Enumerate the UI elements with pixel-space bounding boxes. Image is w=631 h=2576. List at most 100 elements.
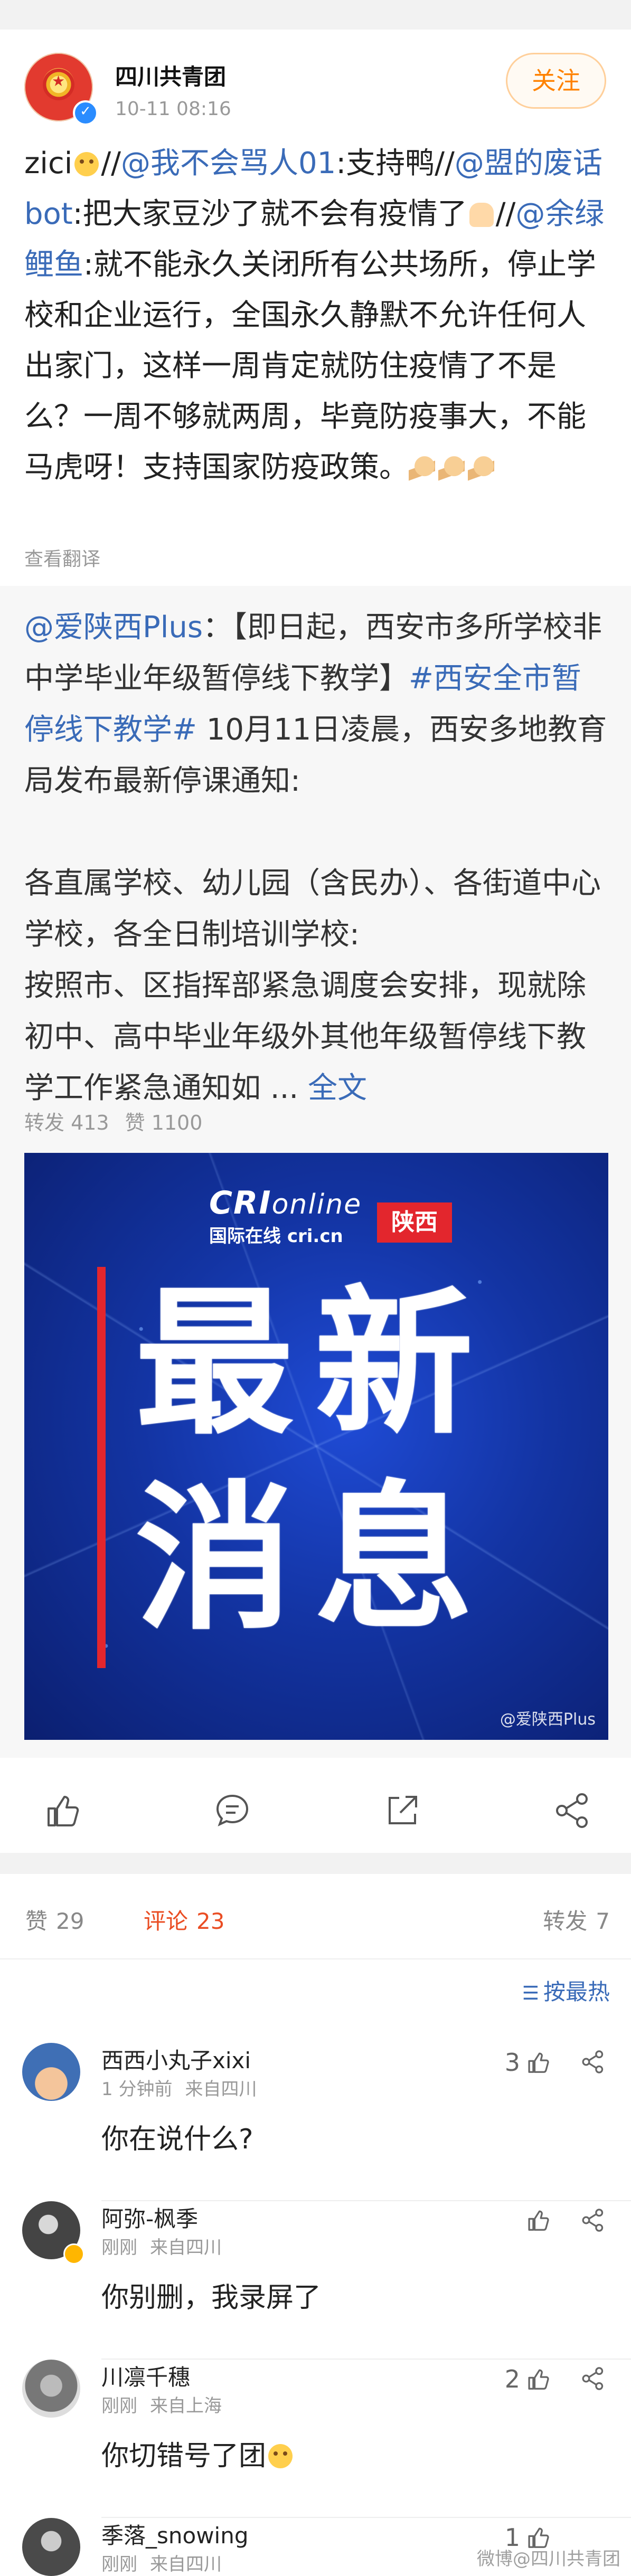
share-out-icon: [389, 1796, 417, 1824]
repost-count: 转发 413: [24, 1111, 109, 1134]
share-nodes-icon: [556, 1793, 588, 1828]
action-bar: [0, 1768, 631, 1853]
page-watermark: 微博@四川共青团: [477, 2549, 620, 2570]
thumbs-up-icon: [528, 2210, 549, 2231]
commenter-avatar[interactable]: [22, 2043, 80, 2101]
tab-likes-label: 赞: [25, 1908, 48, 1934]
comment-like-button[interactable]: 2: [505, 2365, 552, 2393]
comment-time: 刚刚: [101, 2395, 137, 2417]
thumbs-up-icon: [528, 2369, 549, 2390]
comment-share-button[interactable]: [579, 2206, 607, 2236]
mention-link[interactable]: @我不会骂人01: [121, 146, 336, 181]
region-badge: 陕西: [377, 1202, 452, 1243]
commenter-name[interactable]: 季落_snowing: [101, 2518, 249, 2550]
text-segment: :把大家豆沙了就不会有疫情了: [72, 197, 467, 231]
verified-badge-icon: ✓: [73, 100, 98, 126]
red-accent-bar: [97, 1267, 106, 1668]
text-segment: :支持鸭//: [336, 146, 455, 181]
comment-meta: 1 分钟前 来自四川: [101, 2075, 257, 2100]
comment-item[interactable]: 西西小丸子xixi 1 分钟前 来自四川 你在说什么? 3: [0, 2043, 631, 2201]
news-image[interactable]: CRIonline 国际在线 cri.cn 陕西 最新 消息 @爱陕西Plus: [24, 1153, 608, 1740]
share-button[interactable]: [551, 1789, 594, 1832]
sort-lines-icon: ☰: [522, 1983, 539, 2004]
commenter-name[interactable]: 川凛千穗: [101, 2360, 190, 2392]
comment-time: 刚刚: [101, 2237, 137, 2258]
text-segment: 各直属学校、幼儿园（含民办）、各街道中心学校，各全日制培训学校:: [24, 866, 601, 952]
comment-location: 来自四川: [185, 2079, 257, 2100]
author-name[interactable]: 四川共青团: [115, 59, 226, 91]
flexed-bicep-emoji-icon: [468, 456, 494, 481]
tab-reposts[interactable]: 转发 7: [543, 1903, 610, 1936]
thumbs-up-icon: [528, 2052, 549, 2073]
full-text-link[interactable]: 全文: [308, 1071, 367, 1105]
comment-text: 你别删，我录屏了: [101, 2282, 322, 2314]
repost-text: @爱陕西Plus：【即日起，西安市多所学校非中学毕业年级暂停线下教学】#西安全市…: [24, 602, 610, 1114]
image-watermark: @爱陕西Plus: [500, 1710, 596, 1729]
thumbs-up-icon: [48, 1796, 79, 1826]
section-separator: [0, 1853, 631, 1874]
cri-subtitle: 国际在线 cri.cn: [209, 1226, 343, 1247]
headline-line-2: 消息: [135, 1467, 494, 1651]
top-strip: [0, 0, 631, 30]
flexed-bicep-emoji-icon: [409, 456, 435, 481]
comment-share-button[interactable]: [579, 2365, 607, 2394]
like-button[interactable]: [41, 1789, 83, 1832]
see-translation-link[interactable]: 查看翻译: [24, 544, 100, 571]
repost-like-count: 赞 1100: [125, 1111, 203, 1134]
sort-label: 按最热: [543, 1979, 610, 2005]
comment-location: 来自四川: [150, 2237, 222, 2258]
commenter-avatar[interactable]: [22, 2360, 80, 2418]
comment-location: 来自上海: [150, 2395, 222, 2417]
member-badge-icon: [63, 2243, 84, 2265]
sort-by-hot-button[interactable]: ☰ 按最热: [522, 1974, 610, 2006]
comment-item[interactable]: 阿弥-枫季 刚刚 来自四川 你别删，我录屏了: [0, 2201, 631, 2360]
cri-logo-text: CRI: [209, 1185, 272, 1221]
comment-share-button[interactable]: [579, 2048, 607, 2078]
stats-tabs: 赞 29 评论 23 转发 7: [0, 1874, 631, 1959]
follow-button[interactable]: 关注: [506, 53, 606, 109]
star-icon: ★: [52, 72, 65, 90]
tab-likes-count: 29: [56, 1908, 84, 1934]
comment-text-content: 你切错号了团: [101, 2440, 267, 2472]
text-segment: //: [495, 197, 516, 231]
comment-text: 你切错号了团: [101, 2433, 295, 2473]
repost-author-mention[interactable]: @爱陕西Plus: [24, 610, 203, 645]
comment-meta: 刚刚 来自四川: [101, 2233, 222, 2259]
cat-face-emoji-icon: [74, 152, 99, 176]
text-segment: zici: [24, 146, 73, 181]
tab-comments-count: 23: [196, 1908, 225, 1934]
share-nodes-icon: [582, 2367, 604, 2390]
repost-stats: 转发 413 赞 1100: [24, 1106, 218, 1135]
commenter-name[interactable]: 西西小丸子xixi: [101, 2043, 251, 2075]
share-nodes-icon: [582, 2050, 604, 2073]
tab-likes[interactable]: 赞 29: [25, 1903, 84, 1936]
cat-face-emoji-icon: [268, 2444, 293, 2468]
commenter-avatar[interactable]: [22, 2518, 80, 2576]
tab-comments[interactable]: 评论 23: [144, 1903, 224, 1936]
comment-like-button[interactable]: [520, 2206, 552, 2234]
comment-time: 刚刚: [101, 2554, 137, 2575]
tab-comments-label: 评论: [144, 1908, 189, 1934]
comment-like-count: 3: [504, 2048, 520, 2077]
tab-reposts-label: 转发: [543, 1908, 588, 1934]
cri-logo-online: online: [271, 1189, 362, 1220]
comment-like-count: 2: [504, 2365, 520, 2393]
tab-reposts-count: 7: [596, 1908, 610, 1934]
comment-item[interactable]: 川凛千穗 刚刚 来自上海 你切错号了团 2: [0, 2360, 631, 2518]
text-segment: ...: [261, 1071, 308, 1105]
headline-line-1: 最新: [135, 1272, 494, 1456]
repost-button[interactable]: [381, 1789, 423, 1832]
post-text: zici//@我不会骂人01:支持鸭//@盟的废话bot:把大家豆沙了就不会有疫…: [24, 138, 610, 493]
commenter-name[interactable]: 阿弥-枫季: [101, 2201, 198, 2233]
flexed-bicep-emoji-icon: [438, 456, 465, 481]
comment-text: 你在说什么?: [101, 2124, 253, 2155]
comment-location: 来自四川: [150, 2554, 222, 2575]
comment-like-button[interactable]: 3: [505, 2048, 552, 2077]
comment-button[interactable]: [211, 1789, 253, 1832]
cri-logo: CRIonline: [209, 1185, 362, 1221]
victory-hand-emoji-icon: [469, 203, 494, 227]
text-segment: :就不能永久关闭所有公共场所，停止学校和企业运行，全国永久静默不允许任何人出家门…: [24, 248, 596, 485]
post-time: 10-11 08:16: [115, 98, 231, 120]
comment-meta: 刚刚 来自四川: [101, 2550, 222, 2575]
